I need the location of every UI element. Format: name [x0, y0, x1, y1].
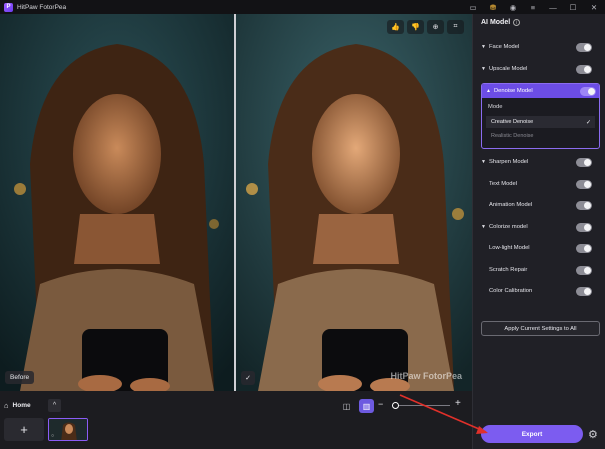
caret-down-icon[interactable]: ▼ — [481, 224, 489, 230]
model-label: Upscale Model — [489, 66, 528, 72]
zoom-in-icon[interactable]: + — [455, 398, 461, 409]
model-toggle[interactable] — [576, 201, 592, 210]
maximize-icon[interactable]: ☐ — [563, 0, 583, 14]
home-button[interactable]: ⌂ Home — [4, 399, 31, 412]
preview-area: Before ✓ HitPaw FotorPea 👍 👎 ⊕ ⌗ — [0, 14, 472, 391]
caret-down-icon[interactable]: ▼ — [481, 159, 489, 165]
menu-icon[interactable]: ≡ — [523, 0, 543, 14]
settings-gear-icon[interactable]: ⚙ — [588, 428, 598, 441]
before-label: Before — [5, 371, 35, 384]
side-by-side-view-icon[interactable]: ▥ — [359, 399, 374, 413]
model-toggle[interactable] — [576, 65, 592, 74]
app-logo-icon: P — [4, 2, 13, 12]
home-icon: ⌂ — [4, 401, 9, 410]
user-icon[interactable]: ◉ — [503, 0, 523, 14]
info-icon[interactable]: i — [513, 19, 521, 26]
home-label: Home — [12, 402, 31, 409]
caret-down-icon[interactable]: ▼ — [481, 44, 489, 50]
image-thumbnail[interactable]: ○ — [48, 418, 88, 441]
model-toggle[interactable] — [576, 287, 592, 296]
zoom-out-icon[interactable]: − — [378, 399, 383, 409]
model-label: Animation Model — [489, 202, 533, 208]
export-button[interactable]: Export — [481, 425, 583, 443]
thumbs-up-icon[interactable]: 👍 — [387, 20, 404, 34]
caret-down-icon[interactable]: ▼ — [481, 66, 489, 72]
model-row-sharpen-model[interactable]: ▼ Sharpen Model — [481, 155, 600, 169]
model-label: Text Model — [489, 181, 518, 187]
zoom-slider-handle[interactable] — [392, 402, 399, 409]
model-label: Scratch Repair — [489, 267, 528, 273]
app-title: HitPaw FotorPea — [17, 3, 67, 11]
model-toggle[interactable] — [576, 266, 592, 275]
after-image: ✓ HitPaw FotorPea 👍 👎 ⊕ ⌗ — [236, 14, 472, 391]
panel-title: AI Model i — [481, 19, 521, 26]
realistic-denoise-label: Realistic Denoise — [491, 133, 534, 139]
denoise-model-expanded: ▲ Denoise Model Mode Creative Denoise ✓ … — [481, 83, 600, 149]
zoom-slider[interactable] — [392, 405, 450, 406]
denoise-model-header[interactable]: ▲ Denoise Model — [482, 84, 599, 98]
model-label: Color Calibration — [489, 288, 533, 294]
model-label: Face Model — [489, 44, 520, 50]
model-toggle[interactable] — [576, 43, 592, 52]
realistic-denoise-option[interactable]: Realistic Denoise — [486, 130, 595, 142]
check-icon[interactable]: ✓ — [241, 371, 255, 385]
model-row-animation-model[interactable]: Animation Model — [481, 198, 600, 212]
close-icon[interactable]: ✕ — [583, 0, 605, 14]
gift-icon[interactable]: ▭ — [463, 0, 483, 14]
denoise-model-toggle[interactable] — [580, 86, 596, 96]
creative-denoise-label: Creative Denoise — [491, 119, 534, 125]
creative-denoise-option[interactable]: Creative Denoise ✓ — [486, 116, 595, 128]
model-label: Colorize model — [489, 224, 528, 230]
split-view-icon[interactable]: ◫ — [340, 400, 353, 412]
apply-to-all-button[interactable]: Apply Current Settings to All — [481, 321, 600, 336]
model-label: Low-light Model — [489, 245, 530, 251]
model-row-text-model[interactable]: Text Model — [481, 177, 600, 191]
model-toggle[interactable] — [576, 180, 592, 189]
model-row-scratch-repair[interactable]: Scratch Repair — [481, 263, 600, 277]
model-row-colorize-model[interactable]: ▼ Colorize model — [481, 220, 600, 234]
zoom-icon[interactable]: ⊕ — [427, 20, 444, 34]
watermark: HitPaw FotorPea — [390, 371, 462, 381]
caret-up-icon: ▲ — [486, 88, 491, 94]
panel-title-text: AI Model — [481, 19, 511, 26]
title-bar: P HitPaw FotorPea ▭ ⛃ ◉ ≡ — ☐ ✕ — [0, 0, 605, 14]
thumbnail-status-icon: ○ — [51, 433, 55, 439]
denoise-model-label: Denoise Model — [494, 88, 533, 94]
model-label: Sharpen Model — [489, 159, 529, 165]
collapse-button[interactable]: ^ — [48, 399, 61, 412]
model-toggle[interactable] — [576, 244, 592, 253]
model-row-face-model[interactable]: ▼ Face Model — [481, 40, 600, 54]
before-image: Before — [0, 14, 234, 391]
model-toggle[interactable] — [576, 223, 592, 232]
model-toggle[interactable] — [576, 158, 592, 167]
cart-icon[interactable]: ⛃ — [483, 0, 503, 14]
add-image-button[interactable]: + — [4, 418, 44, 441]
crop-icon[interactable]: ⌗ — [447, 20, 464, 34]
model-row-color-calibration[interactable]: Color Calibration — [481, 284, 600, 298]
model-row-low-light-model[interactable]: Low-light Model — [481, 241, 600, 255]
model-row-upscale-model[interactable]: ▼ Upscale Model — [481, 62, 600, 76]
minimize-icon[interactable]: — — [543, 0, 563, 14]
mode-label: Mode — [488, 104, 503, 110]
thumbs-down-icon[interactable]: 👎 — [407, 20, 424, 34]
bottom-toolbar: ⌂ Home ^ + ○ ◫ ▥ − + — [0, 391, 472, 449]
checkmark-icon: ✓ — [585, 119, 591, 126]
